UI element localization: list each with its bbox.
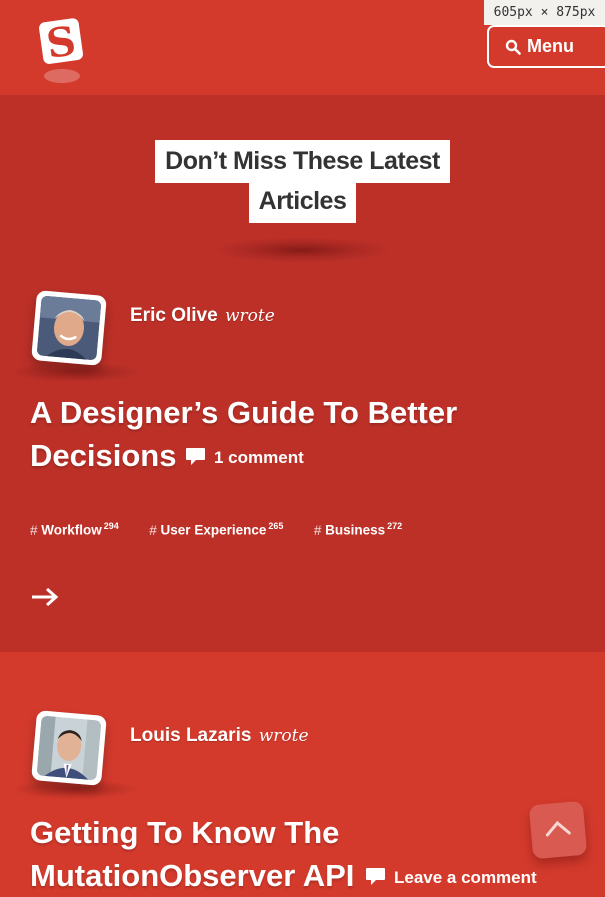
- avatar-shadow: [10, 362, 140, 382]
- comment-count-link[interactable]: Leave a comment: [365, 867, 537, 888]
- back-to-top-button[interactable]: [528, 800, 588, 860]
- chevron-up-icon: [545, 820, 571, 837]
- comment-count-text: 1 comment: [214, 448, 304, 467]
- menu-label: Menu: [527, 36, 574, 56]
- latest-articles-section: Don’t Miss These Latest Articles Eric Ol…: [0, 95, 605, 652]
- avatar-photo: [36, 295, 102, 361]
- comment-count-link[interactable]: 1 comment: [185, 447, 304, 468]
- article-title-line-2[interactable]: Decisions: [30, 434, 176, 477]
- article-title-line-2[interactable]: MutationObserver API: [30, 854, 354, 897]
- tag-count: 265: [268, 521, 284, 531]
- article-card-2: Louis Lazaris wrote Getting To Know The …: [0, 652, 605, 893]
- avatar-photo: [36, 715, 102, 781]
- menu-button[interactable]: Menu: [487, 25, 605, 68]
- article-title-line-1[interactable]: A Designer’s Guide To Better: [30, 391, 457, 434]
- author-wrote-label: wrote: [258, 726, 309, 746]
- viewport-size-badge: 605px × 875px: [484, 0, 605, 25]
- tag-workflow[interactable]: # Workflow 294: [30, 521, 119, 538]
- avatar-frame: [31, 290, 107, 366]
- tag-user-experience[interactable]: # User Experience 265: [149, 521, 283, 538]
- article-title-line-1[interactable]: Getting To Know The: [30, 811, 339, 854]
- smashing-logo-icon[interactable]: S: [36, 16, 88, 86]
- section-title-line-2: Articles: [249, 180, 356, 223]
- comment-icon: [366, 868, 385, 885]
- tag-business[interactable]: # Business 272: [314, 521, 402, 538]
- author-line: Eric Olive wrote: [130, 305, 275, 327]
- tag-count: 294: [103, 521, 119, 531]
- author-name[interactable]: Louis Lazaris: [130, 725, 251, 746]
- search-icon: [505, 39, 521, 55]
- avatar-frame: [31, 710, 107, 786]
- section-title-line-1: Don’t Miss These Latest: [155, 140, 450, 183]
- comment-icon: [186, 448, 205, 465]
- tag-count: 272: [387, 521, 403, 531]
- author-avatar-louis-lazaris[interactable]: [31, 710, 107, 786]
- comment-count-text: Leave a comment: [394, 868, 537, 887]
- author-wrote-label: wrote: [224, 306, 275, 326]
- author-line: Louis Lazaris wrote: [130, 725, 309, 747]
- author-avatar-eric-olive[interactable]: [31, 290, 107, 366]
- heading-shadow: [212, 237, 392, 263]
- arrow-right-icon[interactable]: [30, 586, 60, 608]
- author-name[interactable]: Eric Olive: [130, 305, 218, 326]
- tag-list: # Workflow 294 # User Experience 265 # Bus…: [30, 521, 428, 540]
